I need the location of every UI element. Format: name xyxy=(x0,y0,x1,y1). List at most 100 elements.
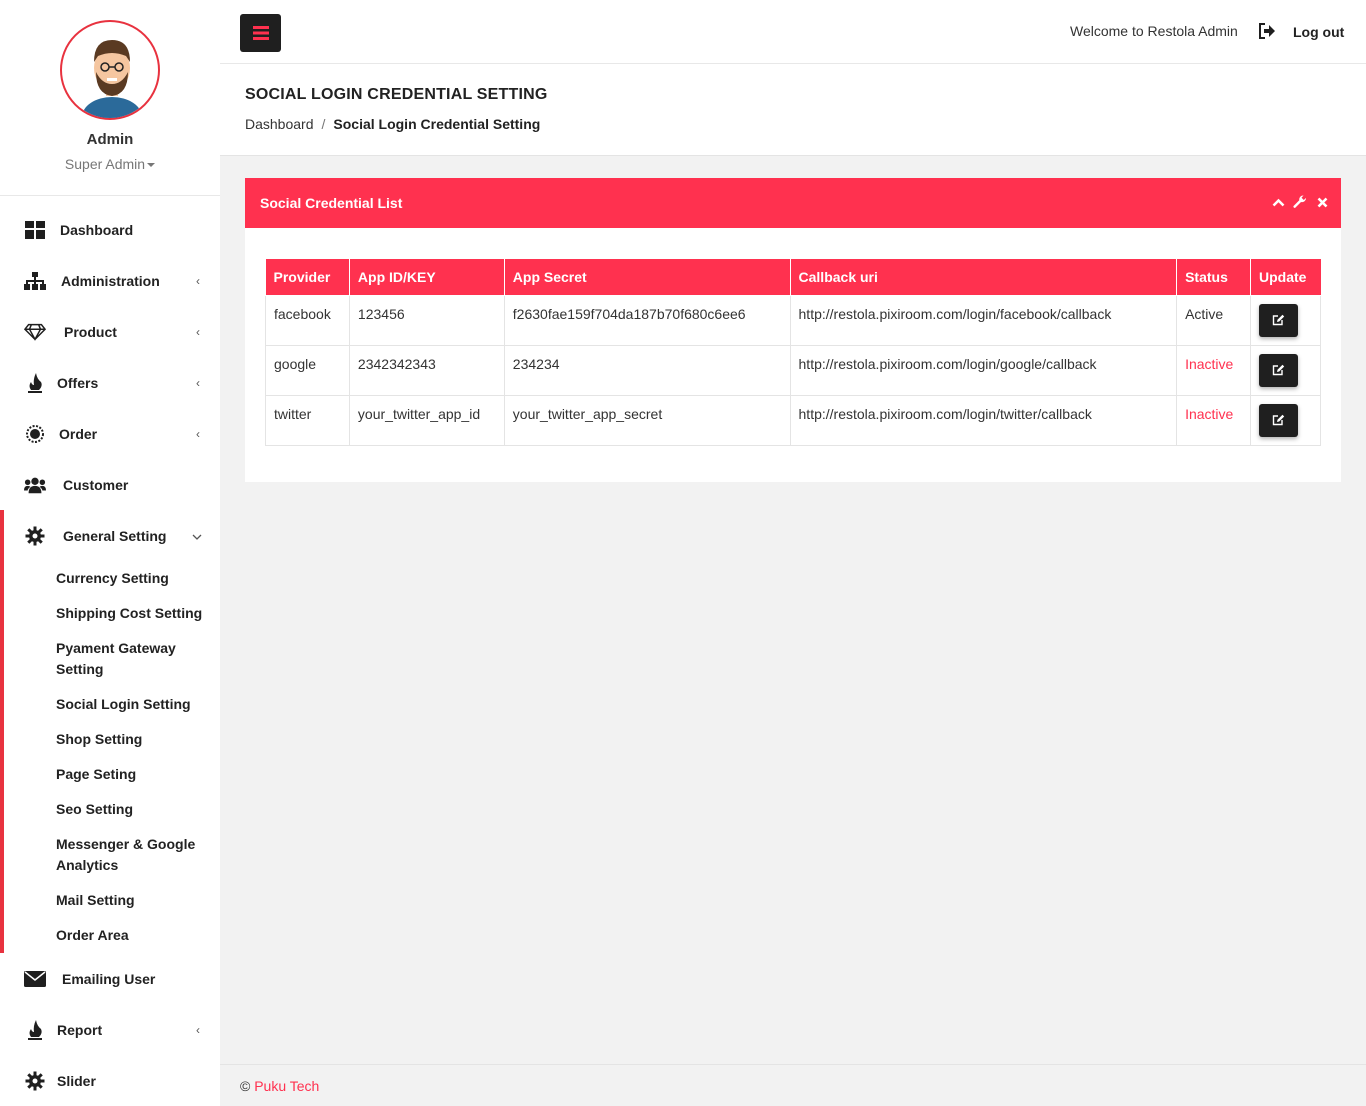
logout-link[interactable]: Log out xyxy=(1293,24,1344,40)
footer: © Puku Tech xyxy=(220,1064,1366,1106)
sidebar-item-slider[interactable]: Slider xyxy=(0,1061,220,1101)
company-link[interactable]: Puku Tech xyxy=(254,1078,319,1094)
column-header: Status xyxy=(1176,259,1251,296)
subitem-payment-gateway-setting[interactable]: Pyament Gateway Setting xyxy=(56,638,206,680)
subitem-order-area[interactable]: Order Area xyxy=(56,925,206,946)
diamond-icon xyxy=(24,321,46,343)
sidebar-item-label: Slider xyxy=(57,1073,96,1089)
card-title: Social Credential List xyxy=(260,195,403,211)
subitem-shipping-cost-setting[interactable]: Shipping Cost Setting xyxy=(56,603,206,624)
status-cell: Inactive xyxy=(1176,344,1251,396)
chevron-down-icon xyxy=(192,529,202,543)
subitem-page-setting[interactable]: Page Seting xyxy=(56,764,206,785)
subitem-shop-setting[interactable]: Shop Setting xyxy=(56,729,206,750)
callback-cell: http://restola.pixiroom.com/login/facebo… xyxy=(789,294,1178,346)
sidebar-item-customer[interactable]: Customer xyxy=(0,465,220,505)
edit-button[interactable] xyxy=(1259,303,1298,337)
subitem-messenger-google-analytics[interactable]: Messenger & Google Analytics xyxy=(56,834,206,876)
card-tools xyxy=(1271,195,1329,209)
edit-icon xyxy=(1272,364,1285,376)
breadcrumb-home[interactable]: Dashboard xyxy=(245,116,314,132)
sidebar-item-label: General Setting xyxy=(63,528,167,544)
subitem-social-login-setting[interactable]: Social Login Setting xyxy=(56,694,206,715)
sidebar-item-product[interactable]: Product ‹ xyxy=(0,312,220,352)
update-cell xyxy=(1250,294,1321,346)
update-cell xyxy=(1250,394,1321,446)
gear-icon xyxy=(24,1070,46,1092)
active-indicator xyxy=(0,510,4,953)
social-credential-card: Social Credential List Provider App ID/K… xyxy=(245,178,1341,482)
chevron-left-icon: ‹ xyxy=(196,325,200,339)
profile-role-dropdown[interactable]: Super Admin xyxy=(0,156,220,172)
sidebar-item-label: Order xyxy=(59,426,98,442)
sidebar-item-administration[interactable]: Administration ‹ xyxy=(0,261,220,301)
sidebar-item-report[interactable]: Report ‹ xyxy=(0,1010,220,1050)
column-header: Update xyxy=(1250,259,1321,296)
subitem-currency-setting[interactable]: Currency Setting xyxy=(56,568,206,589)
footer-text: © Puku Tech xyxy=(240,1078,319,1094)
gear-icon xyxy=(24,525,46,547)
topbar: Welcome to Restola Admin Log out xyxy=(220,0,1366,64)
edit-button[interactable] xyxy=(1259,353,1298,387)
sidebar-item-dashboard[interactable]: Dashboard xyxy=(0,210,220,250)
sidebar-item-label: Offers xyxy=(57,375,99,391)
avatar[interactable] xyxy=(60,20,160,120)
table-row: google 2342342343 234234 http://restola.… xyxy=(265,344,1321,396)
column-header: App ID/KEY xyxy=(348,259,505,296)
fire-icon xyxy=(24,372,46,394)
table-header-row: Provider App ID/KEY App Secret Callback … xyxy=(265,259,1321,296)
chevron-up-icon[interactable] xyxy=(1271,195,1285,209)
profile-name: Admin xyxy=(86,131,134,148)
envelope-icon xyxy=(24,968,46,990)
callback-cell: http://restola.pixiroom.com/login/google… xyxy=(789,344,1178,396)
users-icon xyxy=(24,474,46,496)
card-header: Social Credential List xyxy=(245,178,1341,228)
update-cell xyxy=(1250,344,1321,396)
profile-role-label: Super Admin xyxy=(64,156,146,172)
sidebar-item-label: Emailing User xyxy=(62,971,156,987)
subitem-mail-setting[interactable]: Mail Setting xyxy=(56,890,206,911)
app-id-cell: your_twitter_app_id xyxy=(348,394,505,446)
column-header: Callback uri xyxy=(789,259,1178,296)
caret-down-icon xyxy=(147,163,156,168)
menu-toggle-button[interactable] xyxy=(240,14,281,52)
sidebar-item-offers[interactable]: Offers ‹ xyxy=(0,363,220,403)
avatar-illustration xyxy=(82,40,142,118)
edit-icon xyxy=(1272,414,1285,426)
app-id-cell: 2342342343 xyxy=(348,344,505,396)
breadcrumb-separator: / xyxy=(321,116,326,132)
sidebar-item-general-setting[interactable]: General Setting xyxy=(0,516,220,556)
column-header: Provider xyxy=(265,259,350,296)
table-row: facebook 123456 f2630fae159f704da187b70f… xyxy=(265,294,1321,346)
sidebar-item-label: Dashboard xyxy=(60,222,134,238)
copyright-symbol: © xyxy=(240,1078,251,1094)
profile-panel: Admin Super Admin xyxy=(0,0,220,196)
chevron-left-icon: ‹ xyxy=(196,427,200,441)
status-cell: Inactive xyxy=(1176,394,1251,446)
hamburger-icon xyxy=(252,26,269,40)
sidebar-item-emailing-user[interactable]: Emailing User xyxy=(0,959,220,999)
logout-icon[interactable] xyxy=(1258,22,1276,40)
wrench-icon[interactable] xyxy=(1293,195,1307,209)
sitemap-icon xyxy=(24,270,46,292)
edit-icon xyxy=(1272,314,1285,326)
sidebar-item-order[interactable]: Order ‹ xyxy=(0,414,220,454)
table-row: twitter your_twitter_app_id your_twitter… xyxy=(265,394,1321,446)
fire-icon xyxy=(24,1019,46,1041)
chevron-left-icon: ‹ xyxy=(196,1023,200,1037)
order-icon xyxy=(24,423,46,445)
close-icon[interactable] xyxy=(1315,195,1329,209)
breadcrumb: Dashboard / Social Login Credential Settin… xyxy=(245,116,540,132)
callback-cell: http://restola.pixiroom.com/login/twitte… xyxy=(789,394,1178,446)
chevron-left-icon: ‹ xyxy=(196,274,200,288)
page-header: SOCIAL LOGIN CREDENTIAL SETTING Dashboar… xyxy=(220,64,1366,156)
app-secret-cell: your_twitter_app_secret xyxy=(503,394,791,446)
sidebar: Admin Super Admin Dashboard Administrati… xyxy=(0,0,220,1106)
dashboard-icon xyxy=(24,219,46,241)
chevron-left-icon: ‹ xyxy=(196,376,200,390)
sidebar-item-label: Administration xyxy=(61,273,160,289)
subitem-seo-setting[interactable]: Seo Setting xyxy=(56,799,206,820)
page-title: SOCIAL LOGIN CREDENTIAL SETTING xyxy=(245,86,548,103)
edit-button[interactable] xyxy=(1259,403,1298,437)
status-cell: Active xyxy=(1176,294,1251,346)
